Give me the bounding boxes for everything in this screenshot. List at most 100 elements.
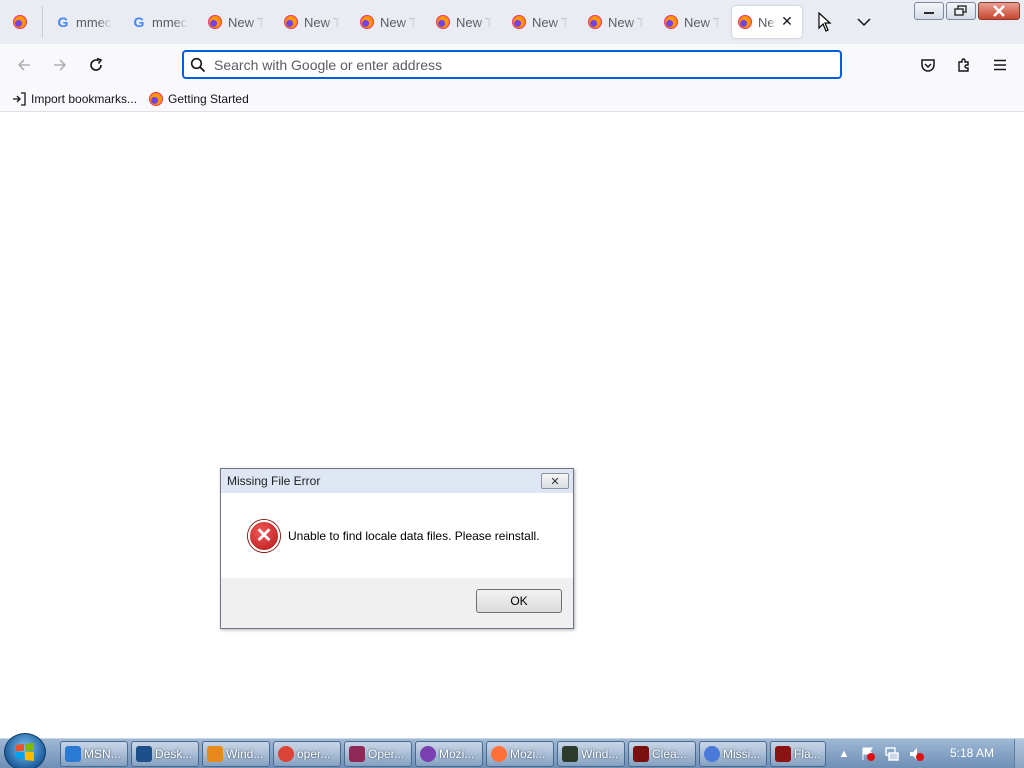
restore-icon [954, 5, 967, 16]
firefox-icon [664, 15, 678, 29]
bookmark-import[interactable]: Import bookmarks... [12, 92, 137, 106]
taskbar-item-chrome[interactable]: oper... [273, 741, 341, 767]
dialog-close-button[interactable]: ✕ [541, 473, 569, 489]
pocket-icon [921, 59, 935, 72]
google-icon: G [57, 14, 69, 30]
dialog-body: ✕ Unable to find locale data files. Plea… [221, 493, 573, 578]
pocket-button[interactable] [915, 52, 941, 78]
app-menu-button[interactable] [987, 52, 1013, 78]
firefox-icon [512, 15, 526, 29]
reload-button[interactable] [83, 52, 109, 78]
chrome-icon [278, 746, 294, 762]
tab-label: New Tab [758, 14, 776, 30]
tab-5[interactable]: New Tab [278, 6, 352, 38]
minimize-icon [924, 12, 934, 14]
tab-active[interactable]: New Tab ✕ [732, 6, 802, 38]
window-controls [914, 2, 1020, 20]
bookmark-getting-started[interactable]: Getting Started [149, 91, 249, 106]
desktop-icon [136, 746, 152, 762]
taskbar-item-mozilla-1[interactable]: Mozi... [415, 741, 483, 767]
show-desktop-button[interactable] [1014, 739, 1024, 768]
taskbar-label: Missi... [723, 747, 761, 761]
back-button[interactable] [11, 52, 37, 78]
firefox-icon [284, 15, 298, 29]
reload-icon [90, 57, 103, 71]
tab-label: New Tab [456, 14, 492, 30]
taskbar-item-windows-media[interactable]: Wind... [202, 741, 270, 767]
taskbar-item-desktop[interactable]: Desk... [131, 741, 199, 767]
dialog-titlebar: Missing File Error [221, 469, 573, 493]
firefox-icon [436, 15, 450, 29]
tab-7[interactable]: New Tab [430, 6, 504, 38]
tab-2[interactable]: G mmec [50, 6, 124, 38]
tab-10[interactable]: New Tab [658, 6, 732, 38]
taskbar-item-windows-terminal[interactable]: Wind... [557, 741, 625, 767]
page-content [0, 113, 1024, 738]
tab-4[interactable]: New Tab [202, 6, 276, 38]
firefox-icon [360, 15, 374, 29]
firefox-icon [491, 746, 507, 762]
taskbar-label: Oper... [368, 747, 405, 761]
tab-label: New Tab [228, 14, 264, 30]
taskbar-item-flash[interactable]: Fla... [770, 741, 826, 767]
taskbar-label: Mozi... [439, 747, 475, 761]
new-tab-button[interactable] [812, 8, 840, 36]
close-window-button[interactable] [978, 2, 1020, 20]
extensions-button[interactable] [951, 52, 977, 78]
taskbar-label: Fla... [794, 747, 821, 761]
hamburger-menu-icon [994, 59, 1006, 71]
system-tray: ▲ [836, 739, 924, 768]
restore-button[interactable] [946, 2, 976, 20]
chevron-down-icon [857, 18, 871, 27]
tab-9[interactable]: New Tab [582, 6, 656, 38]
taskbar-item-msn[interactable]: MSN... [60, 741, 128, 767]
tab-label: New Tab [304, 14, 340, 30]
dialog-title: Missing File Error [227, 474, 321, 488]
tab-3[interactable]: G mmec [126, 6, 200, 38]
google-icon: G [133, 14, 145, 30]
dialog-footer: OK [221, 578, 573, 628]
taskbar-item-missing[interactable]: Missi... [699, 741, 767, 767]
taskbar-item-opera[interactable]: Oper... [344, 741, 412, 767]
close-icon [993, 5, 1005, 17]
tab-strip: G mmec G mmec New Tab New Tab New Tab Ne… [0, 0, 1024, 44]
navigation-toolbar [0, 44, 1024, 86]
show-hidden-icons-icon[interactable]: ▲ [836, 746, 852, 762]
ok-button[interactable]: OK [476, 589, 562, 613]
address-bar[interactable] [182, 50, 842, 79]
forward-button[interactable] [47, 52, 73, 78]
forward-arrow-icon [54, 59, 67, 71]
clock[interactable]: 5:18 AM [950, 746, 994, 760]
mask-icon [420, 746, 436, 762]
ie-icon [65, 746, 81, 762]
tab-label: New Tab [532, 14, 568, 30]
action-center-flag-icon[interactable] [860, 746, 876, 762]
volume-muted-icon[interactable] [908, 746, 924, 762]
tab-label: New Tab [608, 14, 644, 30]
minimize-button[interactable] [914, 2, 944, 20]
media-player-icon [207, 746, 223, 762]
start-button[interactable] [4, 733, 46, 768]
taskbar-item-mozilla-2[interactable]: Mozi... [486, 741, 554, 767]
bookmarks-toolbar: Import bookmarks... Getting Started [0, 86, 1024, 112]
error-icon: ✕ [248, 519, 280, 552]
taskbar-label: Desk... [155, 747, 193, 761]
firefox-icon [588, 15, 602, 29]
search-icon [190, 57, 206, 72]
close-tab-icon[interactable]: ✕ [780, 14, 794, 28]
taskbar-label: Wind... [581, 747, 619, 761]
puzzle-piece-icon [958, 58, 969, 72]
firefox-icon [208, 15, 222, 29]
taskbar-item-cleaner[interactable]: Clea... [628, 741, 696, 767]
error-dialog: Missing File Error ✕ ✕ Unable to find lo… [220, 468, 574, 629]
import-icon [13, 91, 26, 106]
windows-logo-icon [16, 743, 34, 761]
search-input[interactable] [214, 56, 814, 73]
tab-8[interactable]: New Tab [506, 6, 580, 38]
cursor-icon [818, 12, 832, 32]
network-icon[interactable] [884, 746, 900, 762]
tab-1[interactable] [0, 4, 40, 40]
tab-6[interactable]: New Tab [354, 6, 428, 38]
firefox-icon [149, 91, 164, 106]
list-all-tabs-button[interactable] [852, 8, 876, 36]
